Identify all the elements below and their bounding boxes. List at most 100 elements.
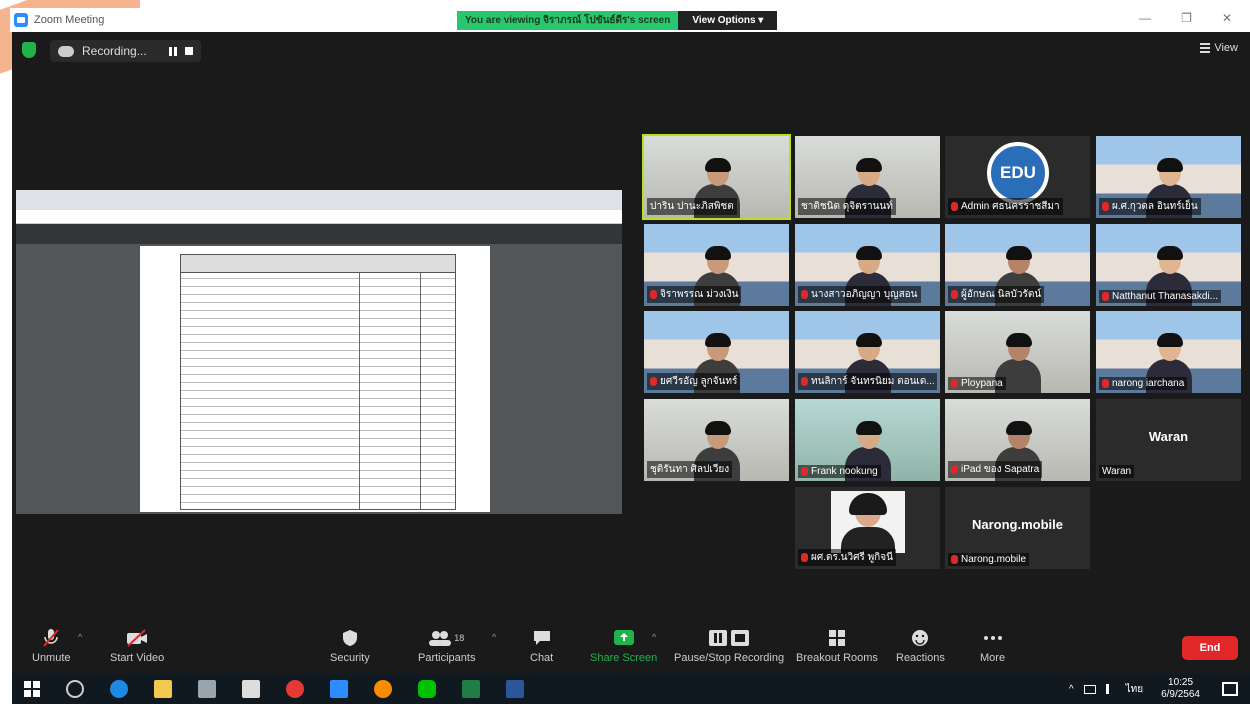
participant-name: ผศ.ดร.นวิศรี พูกิจนี bbox=[811, 552, 893, 563]
video-tile[interactable]: ยศวีรอัญ ลูกจันทร์ bbox=[644, 311, 789, 393]
breakout-rooms-button[interactable]: Breakout Rooms bbox=[796, 628, 878, 664]
participant-hair bbox=[704, 421, 731, 435]
participant-name: ปาริน ปานะภิสพิชต bbox=[650, 201, 734, 212]
task-view-icon[interactable] bbox=[66, 680, 84, 698]
network-icon[interactable] bbox=[1083, 684, 1096, 694]
profile-photo bbox=[831, 491, 905, 553]
system-tray: ^ ไทย 10:25 6/9/2564 bbox=[1069, 677, 1200, 701]
chrome-icon[interactable] bbox=[286, 680, 304, 698]
participants-count: 18 bbox=[454, 633, 465, 643]
video-tile[interactable]: ปาริน ปานะภิสพิชต bbox=[642, 134, 791, 220]
grid-view-icon bbox=[1200, 43, 1211, 53]
minimize-icon[interactable]: — bbox=[1139, 11, 1151, 25]
tray-chevron-icon[interactable]: ^ bbox=[1069, 684, 1074, 695]
video-tile[interactable]: ทนลิการ์ จันทรนิยม ตอนเด... bbox=[795, 311, 940, 393]
participant-hair bbox=[1156, 158, 1183, 172]
view-options-button[interactable]: View Options ▾ bbox=[678, 11, 778, 30]
zoom-app-icon bbox=[14, 13, 28, 27]
muted-mic-icon bbox=[951, 555, 958, 564]
view-button[interactable]: View bbox=[1200, 42, 1238, 54]
volume-icon[interactable] bbox=[1105, 684, 1116, 694]
security-shield-icon bbox=[339, 628, 361, 648]
muted-mic-icon bbox=[801, 290, 808, 299]
share-screen-icon bbox=[613, 628, 635, 648]
video-tile[interactable]: ชุติรันทา ศิลปเวียง bbox=[644, 399, 789, 481]
participant-name-label: นางสาวอภิญญา บุญสอน bbox=[798, 286, 921, 303]
participant-name-label: Narong.mobile bbox=[948, 553, 1030, 566]
notification-icon[interactable] bbox=[1222, 682, 1238, 696]
participant-name: Natthanut Thanasakdi... bbox=[1112, 291, 1218, 302]
participant-hair bbox=[704, 246, 731, 260]
participant-hair bbox=[1156, 333, 1183, 347]
video-tile[interactable]: ชาติชนิด ดุจิตรานนท์ bbox=[795, 136, 940, 218]
participant-name: ยศวีรอัญ ลูกจันทร์ bbox=[660, 376, 738, 387]
audio-options-caret-icon[interactable]: ^ bbox=[78, 632, 82, 642]
video-tile[interactable]: EDU Admin ศธนครราชสีมา bbox=[945, 136, 1090, 218]
reactions-button[interactable]: Reactions bbox=[896, 628, 945, 664]
title-bar: Zoom Meeting You are viewing จิราภรณ์ โป… bbox=[10, 8, 1250, 32]
close-icon[interactable]: ✕ bbox=[1222, 11, 1232, 25]
participant-name: Narong.mobile bbox=[961, 554, 1027, 565]
zoom-icon[interactable] bbox=[330, 680, 348, 698]
muted-mic-icon bbox=[951, 465, 958, 474]
start-video-button[interactable]: Start Video bbox=[110, 628, 164, 664]
participants-label: Participants bbox=[418, 652, 476, 664]
muted-mic-icon bbox=[1102, 202, 1109, 211]
security-button[interactable]: Security bbox=[330, 628, 370, 664]
chat-button[interactable]: Chat bbox=[530, 628, 553, 664]
photo-hair bbox=[849, 493, 887, 515]
pause-recording-icon[interactable] bbox=[168, 46, 177, 56]
store-icon[interactable] bbox=[198, 680, 216, 698]
unmute-label: Unmute bbox=[32, 652, 71, 664]
edge-icon[interactable] bbox=[110, 680, 128, 698]
participants-caret-icon[interactable]: ^ bbox=[492, 632, 496, 642]
stop-recording-icon[interactable] bbox=[184, 47, 193, 55]
unmute-button[interactable]: Unmute bbox=[32, 628, 71, 664]
video-tile[interactable]: iPad ของ Sapatra bbox=[945, 399, 1090, 481]
video-tile[interactable]: นางสาวอภิญญา บุญสอน bbox=[795, 224, 940, 306]
muted-mic-icon bbox=[1102, 292, 1109, 301]
windows-start-icon[interactable] bbox=[24, 681, 40, 697]
video-tile[interactable]: Ploypana bbox=[945, 311, 1090, 393]
end-meeting-button[interactable]: End bbox=[1182, 636, 1238, 660]
muted-mic-icon bbox=[801, 377, 808, 386]
participants-button[interactable]: 18 Participants bbox=[418, 628, 475, 664]
more-button[interactable]: More bbox=[980, 628, 1005, 664]
participant-name-label: iPad ของ Sapatra bbox=[948, 461, 1043, 478]
video-tile[interactable]: ผศ.ดร.นวิศรี พูกิจนี bbox=[795, 487, 940, 569]
video-tile[interactable]: Frank nookung bbox=[795, 399, 940, 481]
video-tile[interactable]: ผ.ศ.กุวดล อินทร์เย็น bbox=[1096, 136, 1241, 218]
video-tile[interactable]: Waran Waran bbox=[1096, 399, 1241, 481]
share-options-caret-icon[interactable]: ^ bbox=[652, 632, 656, 642]
word-icon[interactable] bbox=[506, 680, 524, 698]
participant-hair bbox=[855, 246, 882, 260]
window-controls: — ❐ ✕ bbox=[1139, 11, 1232, 25]
pause-stop-recording-button[interactable]: Pause/Stop Recording bbox=[674, 628, 784, 664]
video-tile[interactable]: ผู้อักษณ นิลบัวรัตน์ bbox=[945, 224, 1090, 306]
file-explorer-icon[interactable] bbox=[154, 680, 172, 698]
video-tile[interactable]: จิราพรรณ ม่วงเงิน bbox=[644, 224, 789, 306]
edu-logo-icon: EDU bbox=[987, 142, 1049, 204]
video-off-icon bbox=[126, 628, 148, 648]
maximize-icon[interactable]: ❐ bbox=[1181, 11, 1192, 25]
video-tile[interactable]: Narong.mobile Narong.mobile bbox=[945, 487, 1090, 569]
clock[interactable]: 10:25 6/9/2564 bbox=[1161, 677, 1200, 701]
windows-taskbar: ^ ไทย 10:25 6/9/2564 bbox=[12, 674, 1250, 704]
muted-mic-icon bbox=[801, 467, 808, 476]
encryption-shield-icon[interactable] bbox=[22, 42, 36, 58]
participant-name-label: Ploypana bbox=[948, 377, 1006, 390]
participant-name: ผู้อักษณ นิลบัวรัตน์ bbox=[961, 289, 1042, 300]
mail-icon[interactable] bbox=[242, 680, 260, 698]
excel-icon[interactable] bbox=[462, 680, 480, 698]
chrome-profile-icon[interactable] bbox=[374, 680, 392, 698]
language-indicator[interactable]: ไทย bbox=[1126, 682, 1143, 697]
video-tile[interactable]: Natthanut Thanasakdi... bbox=[1096, 224, 1241, 306]
mic-muted-icon bbox=[40, 628, 62, 648]
participant-hair bbox=[855, 158, 882, 172]
line-icon[interactable] bbox=[418, 680, 436, 698]
participant-name: ทนลิการ์ จันทรนิยม ตอนเด... bbox=[811, 376, 935, 387]
pdf-viewer bbox=[16, 244, 622, 514]
video-tile[interactable]: narong iarchana bbox=[1096, 311, 1241, 393]
share-screen-button[interactable]: Share Screen bbox=[590, 628, 657, 664]
participant-name-label: Natthanut Thanasakdi... bbox=[1099, 290, 1221, 303]
